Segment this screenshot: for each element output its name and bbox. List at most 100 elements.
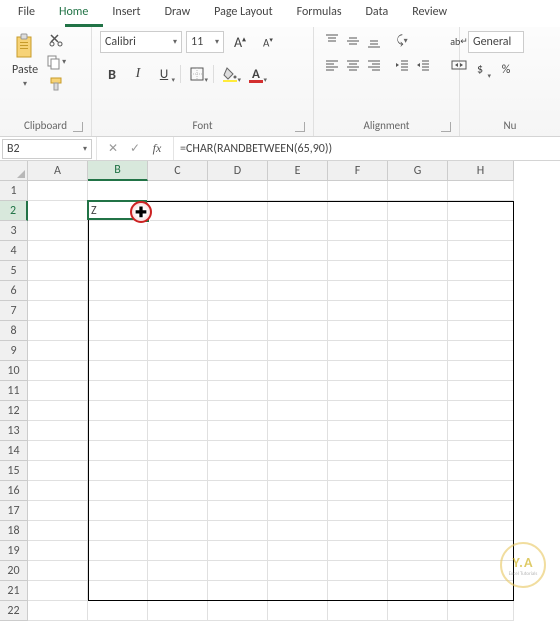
cell-E12[interactable] bbox=[268, 401, 328, 421]
cell-F12[interactable] bbox=[328, 401, 388, 421]
cell-F3[interactable] bbox=[328, 221, 388, 241]
row-header-10[interactable]: 10 bbox=[0, 361, 28, 381]
menu-formulas[interactable]: Formulas bbox=[285, 2, 354, 22]
cell-F8[interactable] bbox=[328, 321, 388, 341]
cell-E16[interactable] bbox=[268, 481, 328, 501]
increase-indent-button[interactable] bbox=[413, 55, 433, 75]
cell-H21[interactable] bbox=[448, 581, 514, 601]
cell-G7[interactable] bbox=[388, 301, 448, 321]
cell-E1[interactable] bbox=[268, 181, 328, 201]
cell-D13[interactable] bbox=[208, 421, 268, 441]
cell-C13[interactable] bbox=[148, 421, 208, 441]
cell-C12[interactable] bbox=[148, 401, 208, 421]
italic-button[interactable]: I bbox=[126, 63, 150, 85]
cut-button[interactable] bbox=[46, 31, 66, 49]
cell-D15[interactable] bbox=[208, 461, 268, 481]
cell-H17[interactable] bbox=[448, 501, 514, 521]
cell-C11[interactable] bbox=[148, 381, 208, 401]
cell-B8[interactable] bbox=[88, 321, 148, 341]
font-color-button[interactable]: A bbox=[244, 63, 268, 85]
cell-A1[interactable] bbox=[28, 181, 88, 201]
cell-E22[interactable] bbox=[268, 601, 328, 621]
cell-B11[interactable] bbox=[88, 381, 148, 401]
cell-B21[interactable] bbox=[88, 581, 148, 601]
cell-F20[interactable] bbox=[328, 561, 388, 581]
row-header-5[interactable]: 5 bbox=[0, 261, 28, 281]
cell-C2[interactable] bbox=[148, 201, 208, 221]
cell-E2[interactable] bbox=[268, 201, 328, 221]
cell-H18[interactable] bbox=[448, 521, 514, 541]
cell-C4[interactable] bbox=[148, 241, 208, 261]
cell-B10[interactable] bbox=[88, 361, 148, 381]
column-header-D[interactable]: D bbox=[208, 161, 268, 181]
underline-button[interactable]: U bbox=[152, 63, 176, 85]
cell-A21[interactable] bbox=[28, 581, 88, 601]
cell-E19[interactable] bbox=[268, 541, 328, 561]
cell-E5[interactable] bbox=[268, 261, 328, 281]
enter-formula-button[interactable]: ✓ bbox=[127, 141, 143, 157]
cell-D20[interactable] bbox=[208, 561, 268, 581]
cell-G12[interactable] bbox=[388, 401, 448, 421]
cell-F6[interactable] bbox=[328, 281, 388, 301]
cell-A12[interactable] bbox=[28, 401, 88, 421]
cell-F2[interactable] bbox=[328, 201, 388, 221]
row-header-22[interactable]: 22 bbox=[0, 601, 28, 621]
cell-H16[interactable] bbox=[448, 481, 514, 501]
cell-C18[interactable] bbox=[148, 521, 208, 541]
increase-font-button[interactable]: A▴ bbox=[228, 31, 252, 53]
cell-G4[interactable] bbox=[388, 241, 448, 261]
column-header-B[interactable]: B bbox=[88, 161, 148, 181]
cell-C5[interactable] bbox=[148, 261, 208, 281]
row-header-11[interactable]: 11 bbox=[0, 381, 28, 401]
cell-H15[interactable] bbox=[448, 461, 514, 481]
cell-G8[interactable] bbox=[388, 321, 448, 341]
cell-D21[interactable] bbox=[208, 581, 268, 601]
cell-B16[interactable] bbox=[88, 481, 148, 501]
menu-insert[interactable]: Insert bbox=[100, 2, 152, 22]
cell-D7[interactable] bbox=[208, 301, 268, 321]
cell-F9[interactable] bbox=[328, 341, 388, 361]
cell-F1[interactable] bbox=[328, 181, 388, 201]
cell-B18[interactable] bbox=[88, 521, 148, 541]
cell-B2[interactable]: Z bbox=[88, 201, 148, 221]
cell-A22[interactable] bbox=[28, 601, 88, 621]
row-header-20[interactable]: 20 bbox=[0, 561, 28, 581]
cell-D12[interactable] bbox=[208, 401, 268, 421]
cell-B20[interactable] bbox=[88, 561, 148, 581]
row-header-2[interactable]: 2 bbox=[0, 201, 28, 221]
percent-button[interactable]: % bbox=[494, 59, 518, 81]
cell-D2[interactable] bbox=[208, 201, 268, 221]
cell-A8[interactable] bbox=[28, 321, 88, 341]
cell-A5[interactable] bbox=[28, 261, 88, 281]
cell-D22[interactable] bbox=[208, 601, 268, 621]
cell-D1[interactable] bbox=[208, 181, 268, 201]
column-header-G[interactable]: G bbox=[388, 161, 448, 181]
cell-B4[interactable] bbox=[88, 241, 148, 261]
cell-G9[interactable] bbox=[388, 341, 448, 361]
cell-E15[interactable] bbox=[268, 461, 328, 481]
row-header-9[interactable]: 9 bbox=[0, 341, 28, 361]
cell-H9[interactable] bbox=[448, 341, 514, 361]
cell-C17[interactable] bbox=[148, 501, 208, 521]
cell-C19[interactable] bbox=[148, 541, 208, 561]
cell-D18[interactable] bbox=[208, 521, 268, 541]
menu-home[interactable]: Home bbox=[47, 2, 100, 22]
copy-button[interactable]: ▾ bbox=[46, 53, 66, 71]
row-header-13[interactable]: 13 bbox=[0, 421, 28, 441]
cell-C3[interactable] bbox=[148, 221, 208, 241]
format-painter-button[interactable] bbox=[46, 75, 66, 93]
cell-G15[interactable] bbox=[388, 461, 448, 481]
row-header-15[interactable]: 15 bbox=[0, 461, 28, 481]
cell-C10[interactable] bbox=[148, 361, 208, 381]
cell-G2[interactable] bbox=[388, 201, 448, 221]
cell-B3[interactable] bbox=[88, 221, 148, 241]
cell-D5[interactable] bbox=[208, 261, 268, 281]
cell-H14[interactable] bbox=[448, 441, 514, 461]
cell-G3[interactable] bbox=[388, 221, 448, 241]
cell-A6[interactable] bbox=[28, 281, 88, 301]
dialog-launcher-icon[interactable] bbox=[73, 122, 83, 132]
cell-D17[interactable] bbox=[208, 501, 268, 521]
cell-E14[interactable] bbox=[268, 441, 328, 461]
row-header-17[interactable]: 17 bbox=[0, 501, 28, 521]
row-header-16[interactable]: 16 bbox=[0, 481, 28, 501]
